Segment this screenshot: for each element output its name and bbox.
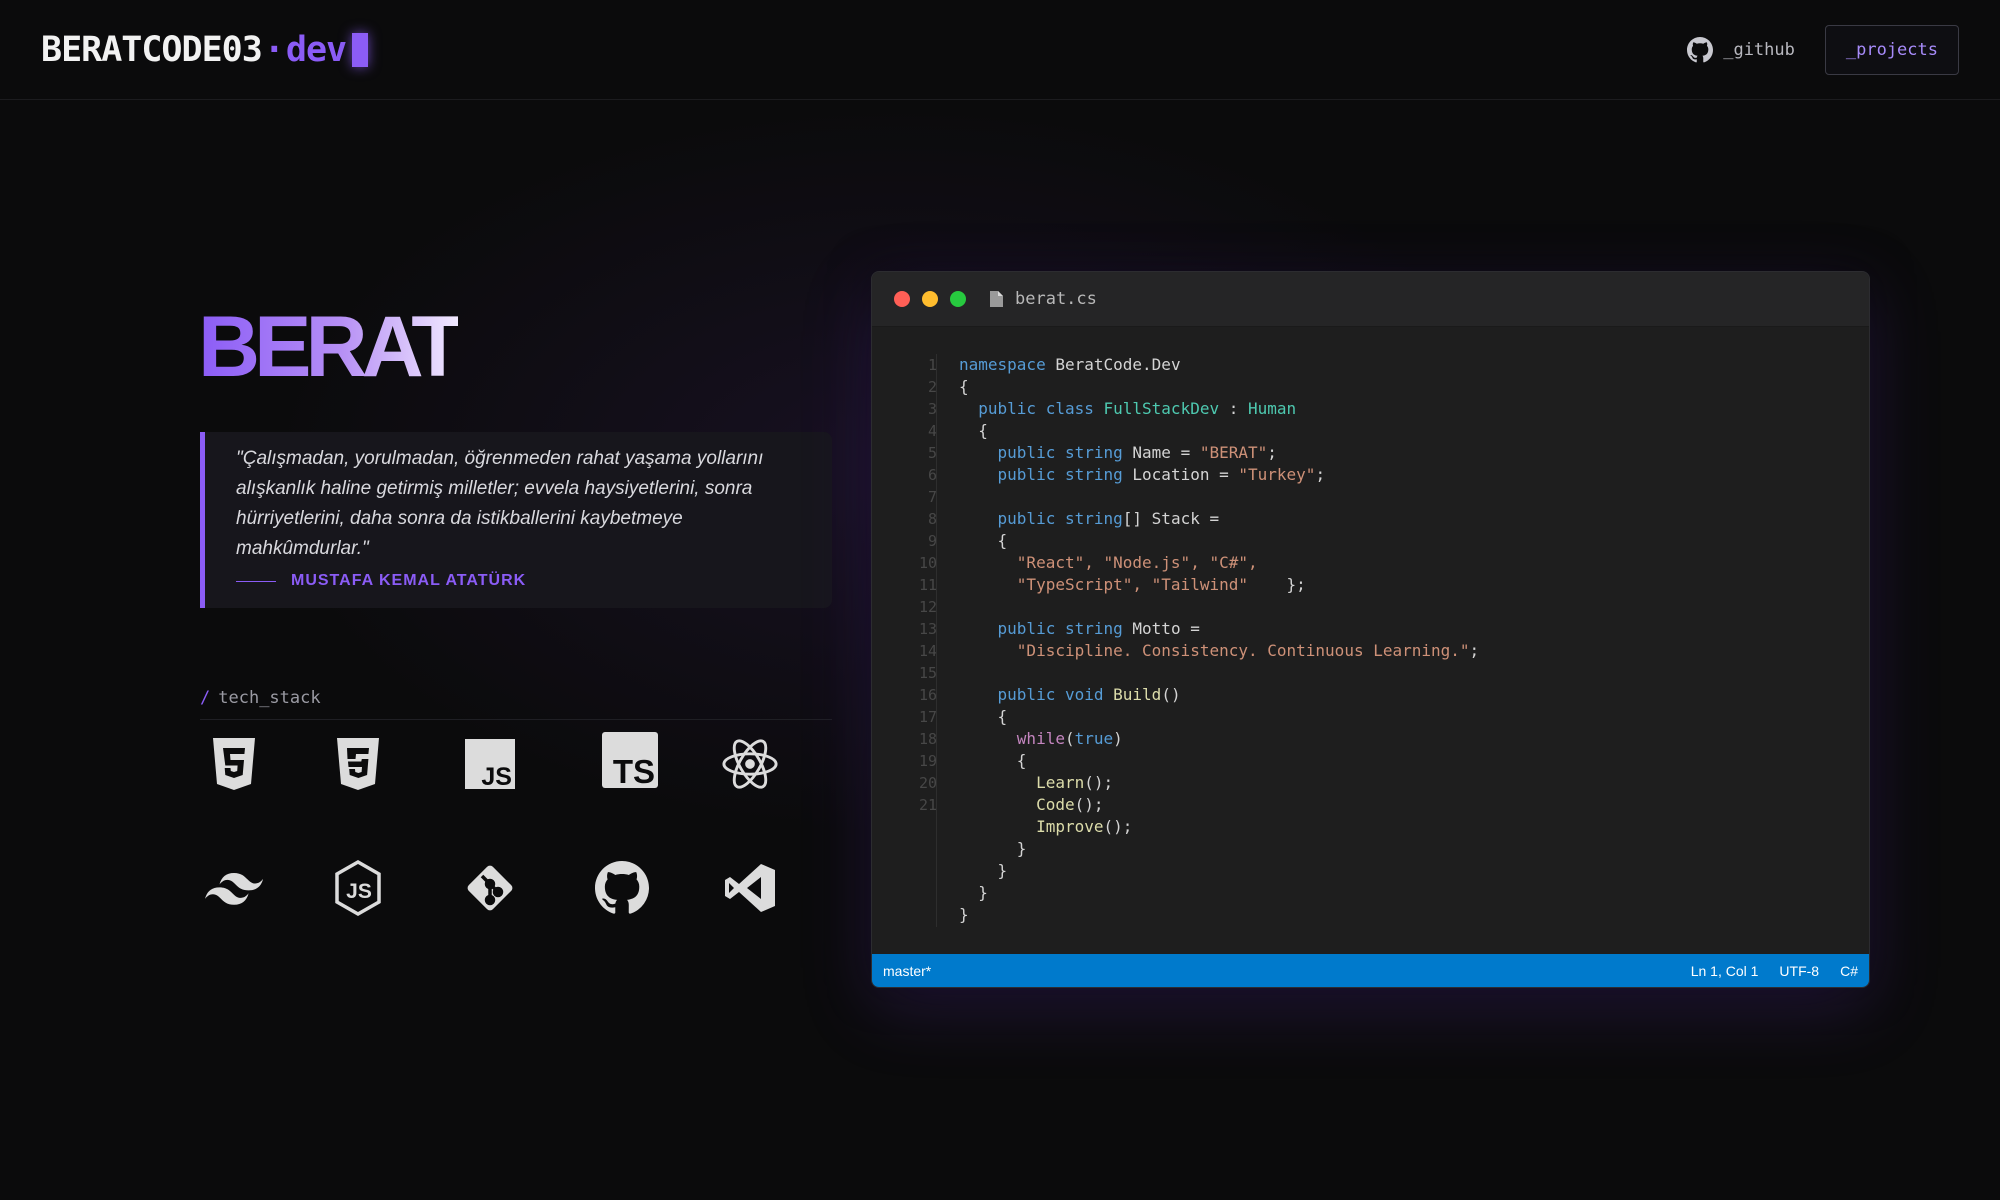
- svg-text:TS: TS: [613, 753, 655, 788]
- logo-extension: dev: [285, 29, 347, 70]
- quote-author-divider: [236, 580, 276, 582]
- hero-name: BERAT: [198, 299, 464, 395]
- svg-text:JS: JS: [481, 763, 512, 789]
- editor-statusbar: master* Ln 1, Col 1 UTF-8 C#: [872, 954, 1869, 987]
- quote-author-name: MUSTAFA KEMAL ATATÜRK: [291, 572, 527, 589]
- statusbar-right: Ln 1, Col 1 UTF-8 C#: [1691, 963, 1858, 979]
- minimize-window-button[interactable]: [922, 291, 938, 307]
- maximize-window-button[interactable]: [950, 291, 966, 307]
- site-logo[interactable]: BERATCODE03 · dev: [41, 29, 369, 70]
- github-link-label: _github: [1723, 39, 1795, 60]
- logo-dot: ·: [263, 29, 285, 70]
- quote-author: MUSTAFA KEMAL ATATÜRK: [236, 572, 802, 590]
- css3-icon: [326, 732, 390, 796]
- language-mode-status[interactable]: C#: [1840, 963, 1858, 979]
- tech-stack-heading: / tech_stack: [200, 688, 832, 720]
- logo-name: BERATCODE03: [41, 29, 263, 70]
- react-icon: [718, 732, 782, 796]
- quote-text: "Çalışmadan, yorulmadan, öğrenmeden raha…: [236, 448, 764, 559]
- file-tab[interactable]: berat.cs: [990, 289, 1097, 309]
- logo-cursor: [352, 32, 369, 67]
- svg-text:JS: JS: [346, 880, 372, 903]
- github-icon: [1687, 36, 1714, 62]
- projects-button[interactable]: _projects: [1824, 24, 1959, 75]
- encoding-status[interactable]: UTF-8: [1779, 963, 1819, 979]
- code-area[interactable]: 1 2 3 4 5 6 7 8 9 10 11 12 13 14 15 16 1…: [872, 327, 1869, 956]
- header-nav: _github _projects: [1687, 24, 1959, 75]
- github-link[interactable]: _github: [1687, 36, 1795, 63]
- typescript-icon: TS: [598, 728, 662, 792]
- tech-stack-grid: JS TS JS: [200, 730, 840, 950]
- vscode-icon: [718, 856, 782, 920]
- file-icon: [990, 291, 1003, 307]
- site-header: BERATCODE03 · dev _github _projects: [0, 0, 2000, 100]
- code-content: namespace BeratCode.Dev { public class F…: [959, 355, 1480, 924]
- javascript-icon: JS: [458, 732, 522, 796]
- cursor-position-status[interactable]: Ln 1, Col 1: [1691, 963, 1759, 979]
- tailwind-icon: [202, 856, 266, 920]
- line-numbers: 1 2 3 4 5 6 7 8 9 10 11 12 13 14 15 16 1…: [918, 356, 937, 814]
- html5-icon: [202, 732, 266, 796]
- quote-card: "Çalışmadan, yorulmadan, öğrenmeden raha…: [200, 432, 832, 608]
- gutter-divider: [936, 354, 937, 927]
- tech-stack-slash: /: [200, 688, 211, 708]
- github-icon: [590, 856, 654, 920]
- file-tab-name: berat.cs: [1015, 289, 1097, 309]
- nodejs-icon: JS: [326, 856, 390, 920]
- code-editor-window: berat.cs 1 2 3 4 5 6 7 8 9 10 11 12 13 1…: [871, 271, 1870, 988]
- editor-titlebar: berat.cs: [872, 272, 1869, 327]
- tech-stack-label: tech_stack: [218, 688, 321, 708]
- close-window-button[interactable]: [894, 291, 910, 307]
- git-icon: [458, 856, 522, 920]
- git-branch-status[interactable]: master*: [883, 963, 931, 979]
